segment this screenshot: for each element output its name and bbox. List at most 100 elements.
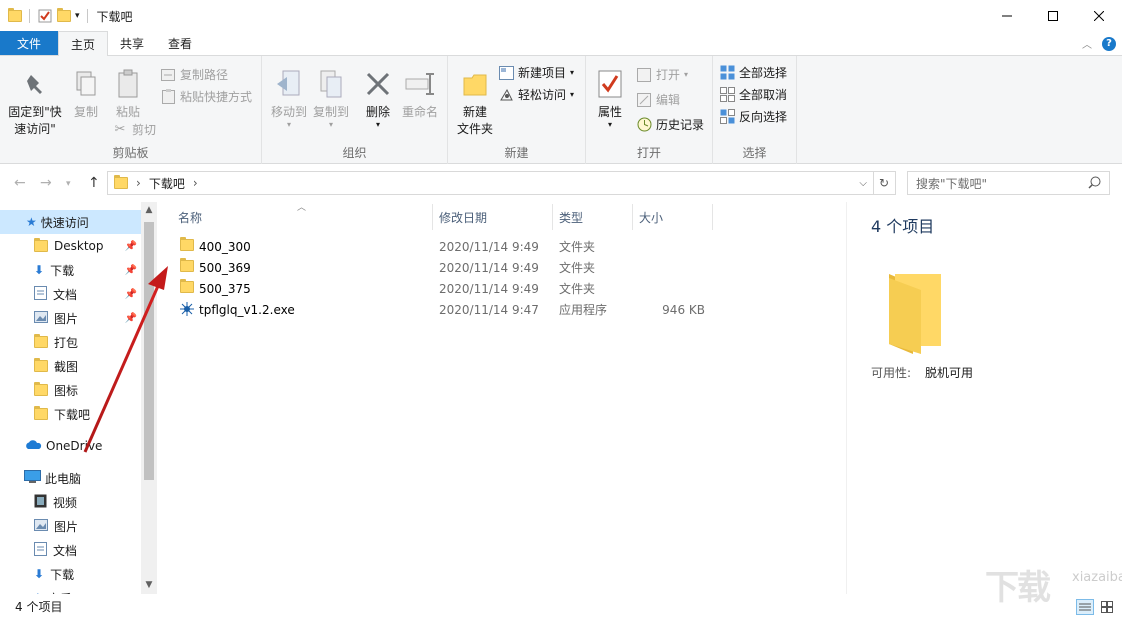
nav-item-desktop[interactable]: Desktop 📌 — [0, 234, 141, 258]
edit-button[interactable]: 编辑 — [636, 91, 680, 108]
scroll-up-icon[interactable]: ▲ — [141, 205, 157, 215]
forward-arrow-icon[interactable]: → — [40, 175, 52, 191]
file-row[interactable]: 400_300 2020/11/14 9:49 文件夹 — [175, 236, 720, 257]
ribbon-collapse-icon[interactable]: ︿ — [1082, 36, 1092, 51]
breadcrumb-separator-icon[interactable]: › — [136, 176, 141, 190]
maximize-button[interactable] — [1030, 0, 1076, 32]
column-header-size[interactable]: 大小 — [639, 202, 663, 232]
rename-button[interactable]: 重命名 — [398, 68, 442, 121]
nav-pc-documents[interactable]: 文档 — [0, 538, 141, 562]
search-input[interactable]: 搜索"下载吧" — [907, 171, 1110, 195]
easy-access-button[interactable]: 轻松访问 ▾ — [498, 86, 574, 103]
scroll-down-icon[interactable]: ▼ — [141, 580, 157, 590]
properties-button[interactable]: 属性 ▾ — [592, 68, 628, 129]
tab-share[interactable]: 共享 — [108, 31, 156, 55]
pin-icon — [19, 68, 51, 100]
star-icon: ★ — [26, 215, 37, 229]
nav-pc-pictures[interactable]: 图片 — [0, 514, 141, 538]
nav-pc-videos[interactable]: 视频 — [0, 490, 141, 514]
search-placeholder: 搜索"下载吧" — [916, 175, 987, 192]
copy-path-icon — [160, 67, 176, 83]
tab-home[interactable]: 主页 — [58, 31, 108, 56]
file-row[interactable]: tpflglq_v1.2.exe 2020/11/14 9:47 应用程序 94… — [175, 299, 720, 320]
tab-view[interactable]: 查看 — [156, 31, 204, 55]
delete-x-icon — [362, 68, 394, 100]
group-organize: 移动到 ▾ 复制到 ▾ 删除 ▾ 重命名 组织 — [262, 56, 448, 164]
refresh-button[interactable]: ↻ — [873, 171, 896, 195]
address-bar[interactable]: › 下载吧 › ⌵ — [107, 171, 874, 195]
help-icon[interactable]: ? — [1102, 37, 1116, 51]
address-dropdown-icon[interactable]: ⌵ — [859, 178, 867, 189]
cloud-icon — [24, 439, 42, 453]
folder-icon — [180, 281, 194, 293]
paste-button[interactable]: 粘贴 — [110, 68, 146, 121]
customize-dropdown-icon[interactable]: ▾ — [75, 11, 80, 21]
nav-quick-access[interactable]: ★ 快速访问 — [0, 210, 141, 234]
folder-icon — [34, 408, 48, 420]
folder-icon — [34, 336, 48, 348]
column-header-name[interactable]: 名称 — [178, 202, 202, 232]
new-item-button[interactable]: 新建项目 ▾ — [498, 64, 574, 81]
tab-file[interactable]: 文件 — [0, 31, 58, 55]
pin-icon[interactable]: 📌 — [125, 241, 137, 252]
details-view-icon[interactable] — [1076, 599, 1094, 615]
nav-pc-downloads[interactable]: ⬇ 下载 — [0, 562, 141, 586]
copy-to-button[interactable]: 复制到 ▾ — [308, 68, 354, 129]
document-icon — [34, 542, 47, 559]
copy-button[interactable]: 复制 — [68, 68, 104, 121]
minimize-button[interactable] — [984, 0, 1030, 32]
nav-this-pc[interactable]: 此电脑 — [0, 466, 141, 490]
invert-selection-button[interactable]: 反向选择 — [719, 108, 787, 125]
breadcrumb-current[interactable]: 下载吧 — [149, 175, 185, 192]
download-arrow-icon: ⬇ — [34, 567, 44, 581]
nav-pc-music[interactable]: ♪ 音乐 — [0, 586, 141, 594]
select-all-button[interactable]: 全部选择 — [719, 64, 787, 81]
file-row[interactable]: 500_375 2020/11/14 9:49 文件夹 — [175, 278, 720, 299]
new-folder-icon[interactable] — [57, 10, 71, 22]
rename-icon — [404, 68, 436, 100]
select-none-button[interactable]: 全部取消 — [719, 86, 787, 103]
move-to-button[interactable]: 移动到 ▾ — [266, 68, 312, 129]
open-button[interactable]: 打开 ▾ — [636, 66, 688, 83]
breadcrumb-separator-icon[interactable]: › — [193, 176, 198, 190]
status-item-count: 4 个项目 — [15, 598, 62, 615]
column-header-type[interactable]: 类型 — [559, 202, 583, 232]
document-icon — [34, 286, 47, 303]
file-row[interactable]: 500_369 2020/11/14 9:49 文件夹 — [175, 257, 720, 278]
status-bar: 4 个项目 — [0, 594, 1122, 619]
properties-check-icon[interactable] — [37, 8, 53, 24]
group-label-organize: 组织 — [262, 144, 447, 161]
search-icon — [1088, 176, 1101, 192]
new-folder-icon — [459, 68, 491, 100]
up-arrow-icon[interactable]: ↑ — [88, 175, 100, 191]
large-icons-view-icon[interactable] — [1098, 599, 1116, 615]
copy-path-button[interactable]: 复制路径 — [160, 66, 228, 83]
window-title: 下载吧 — [97, 8, 133, 25]
column-header-date[interactable]: 修改日期 — [439, 202, 487, 232]
recent-dropdown-icon[interactable]: ▾ — [66, 179, 71, 189]
delete-button[interactable]: 删除 ▾ — [362, 68, 394, 129]
folder-icon — [34, 384, 48, 396]
cut-button[interactable]: ✂ 剪切 — [112, 121, 156, 138]
paste-shortcut-button[interactable]: 粘贴快捷方式 — [160, 88, 252, 105]
group-label-open: 打开 — [586, 144, 712, 161]
pin-quick-access-button[interactable]: 固定到"快 速访问" — [4, 68, 66, 138]
close-button[interactable] — [1076, 0, 1122, 32]
properties-check-icon — [594, 68, 626, 100]
sort-ascending-icon: ︿ — [297, 200, 306, 213]
copy-to-icon — [315, 68, 347, 100]
history-button[interactable]: 历史记录 — [636, 116, 704, 133]
open-icon — [636, 67, 652, 83]
invert-selection-icon — [719, 109, 735, 125]
availability-value: 脱机可用 — [925, 364, 973, 381]
group-select: 全部选择 全部取消 反向选择 选择 — [713, 56, 797, 164]
select-all-icon — [719, 65, 735, 81]
back-arrow-icon[interactable]: ← — [14, 175, 26, 191]
new-folder-button[interactable]: 新建 文件夹 — [452, 68, 498, 138]
folder-icon — [180, 239, 194, 251]
folder-icon — [8, 10, 22, 22]
group-label-clipboard: 剪贴板 — [0, 144, 261, 161]
availability-label: 可用性: — [871, 364, 911, 381]
folder-icon — [34, 360, 48, 372]
pictures-icon — [34, 519, 48, 534]
